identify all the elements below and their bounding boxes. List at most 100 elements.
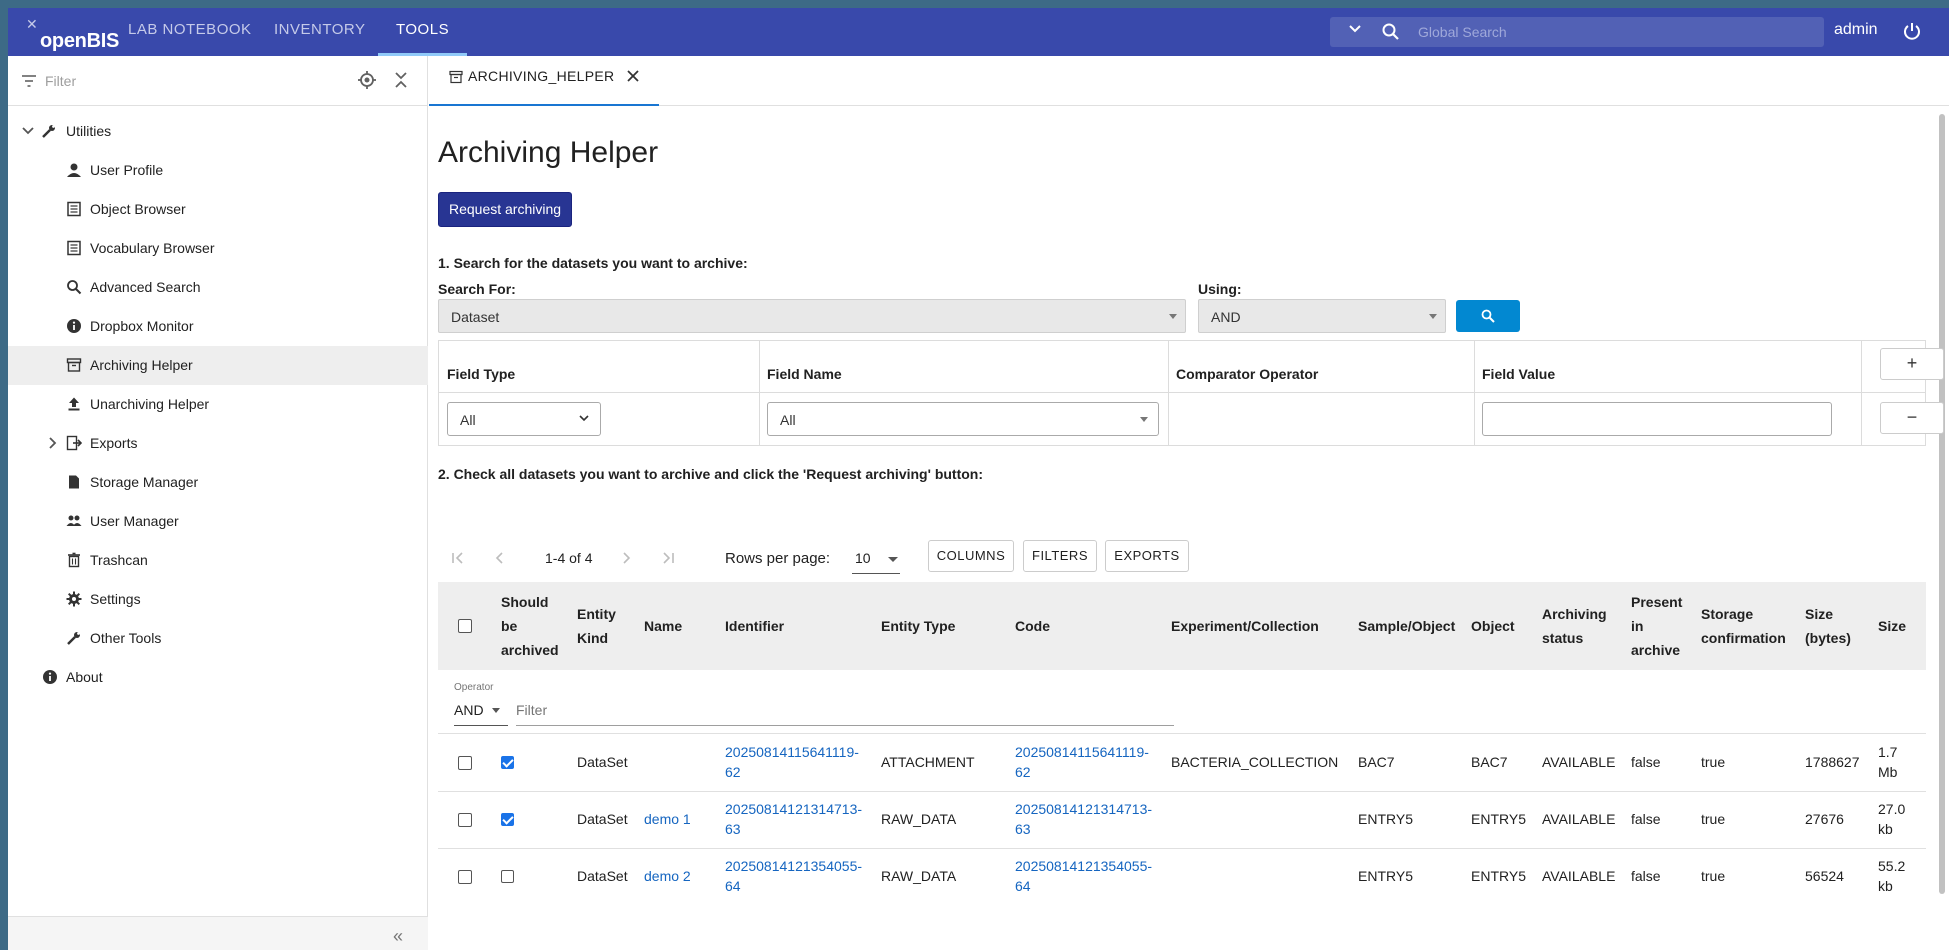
chevron-down-icon[interactable]	[1348, 21, 1362, 40]
using-select[interactable]: AND	[1198, 299, 1446, 333]
col-size-bytes[interactable]: Size (bytes)	[1805, 602, 1851, 650]
collapse-all-icon[interactable]	[393, 70, 409, 90]
row-select-checkbox[interactable]	[458, 756, 472, 770]
field-type-select[interactable]: All	[447, 402, 601, 436]
col-code[interactable]: Code	[1015, 614, 1050, 638]
dropdown-arrow-icon[interactable]	[492, 708, 500, 713]
collapse-sidebar-icon[interactable]: «	[393, 926, 411, 946]
col-entity-type[interactable]: Entity Type	[881, 614, 955, 638]
divider	[1861, 341, 1862, 445]
user-name[interactable]: admin	[1834, 21, 1878, 39]
field-value-input[interactable]	[1482, 402, 1832, 436]
add-criterion-button[interactable]: +	[1880, 348, 1944, 380]
sidebar-item-exports[interactable]: Exports	[8, 424, 428, 463]
cell-line[interactable]: 20250814121354055-	[1015, 856, 1152, 876]
cell-name[interactable]: demo 2	[644, 866, 691, 886]
sidebar-item-utilities[interactable]: Utilities	[8, 112, 428, 151]
global-filter-input[interactable]: Filter	[516, 702, 547, 718]
search-for-value: Dataset	[451, 309, 500, 325]
sidebar-item-user-profile[interactable]: User Profile	[8, 151, 428, 190]
exports-button[interactable]: EXPORTS	[1105, 540, 1189, 572]
should-be-archived-checkbox[interactable]	[501, 756, 514, 769]
cell-line[interactable]: 64	[1015, 876, 1152, 896]
cell-line[interactable]: 20250814115641119-	[1015, 742, 1149, 762]
dropdown-arrow-icon[interactable]	[888, 557, 898, 562]
table-row[interactable]: DataSet 20250814115641119- 62 ATTACHMENT 202…	[438, 735, 1926, 792]
nav-tab-inventory[interactable]: INVENTORY	[274, 8, 365, 56]
operator-select[interactable]: AND	[454, 702, 484, 718]
cell-line[interactable]: 20250814121354055-	[725, 856, 862, 876]
search-button[interactable]	[1456, 300, 1520, 332]
should-be-archived-checkbox[interactable]	[501, 870, 514, 883]
cell-code[interactable]: 20250814121314713- 63	[1015, 799, 1152, 839]
should-be-archived-checkbox[interactable]	[501, 813, 514, 826]
request-archiving-button[interactable]: Request archiving	[438, 192, 572, 227]
col-name[interactable]: Name	[644, 614, 682, 638]
search-for-select[interactable]: Dataset	[438, 299, 1186, 333]
first-page-icon[interactable]	[450, 550, 466, 566]
col-size[interactable]: Size	[1878, 614, 1906, 638]
vertical-scrollbar[interactable]	[1939, 114, 1945, 894]
last-page-icon[interactable]	[660, 550, 676, 566]
columns-button[interactable]: COLUMNS	[928, 540, 1014, 572]
cell-identifier[interactable]: 20250814115641119- 62	[725, 742, 859, 782]
cell-line[interactable]: 63	[1015, 819, 1152, 839]
row-select-checkbox[interactable]	[458, 813, 472, 827]
sidebar-item-other-tools[interactable]: Other Tools	[8, 619, 428, 658]
col-storage-confirmation[interactable]: Storage confirmation	[1701, 602, 1786, 650]
rows-per-page-select[interactable]: 10	[855, 550, 871, 566]
col-present-in-archive[interactable]: Present in archive	[1631, 590, 1682, 662]
nav-tab-tools[interactable]: TOOLS	[378, 8, 468, 56]
global-search-bar[interactable]: Global Search	[1330, 17, 1824, 47]
chevron-right-icon[interactable]	[45, 435, 61, 451]
table-row[interactable]: DataSet demo 2 20250814121354055- 64 RAW_DAT…	[438, 849, 1926, 899]
cell-name[interactable]: demo 1	[644, 809, 691, 829]
col-entity-kind[interactable]: Entity Kind	[577, 602, 616, 650]
next-page-icon[interactable]	[618, 550, 634, 566]
filters-button[interactable]: FILTERS	[1023, 540, 1097, 572]
cell-line[interactable]: 63	[725, 819, 862, 839]
col-identifier[interactable]: Identifier	[725, 614, 784, 638]
sidebar-item-advanced-search[interactable]: Advanced Search	[8, 268, 428, 307]
sidebar-item-label: Other Tools	[90, 630, 162, 646]
sidebar-item-unarchiving-helper[interactable]: Unarchiving Helper	[8, 385, 428, 424]
locate-icon[interactable]	[357, 70, 377, 90]
previous-page-icon[interactable]	[492, 550, 508, 566]
cell-line[interactable]: 62	[725, 762, 859, 782]
logout-power-icon[interactable]	[1902, 21, 1922, 41]
chevron-down-icon[interactable]	[20, 123, 36, 139]
sidebar-item-about[interactable]: About	[8, 658, 428, 697]
row-select-checkbox[interactable]	[458, 870, 472, 884]
col-sample-object[interactable]: Sample/Object	[1358, 614, 1455, 638]
sidebar-item-settings[interactable]: Settings	[8, 580, 428, 619]
nav-tab-lab-notebook[interactable]: LAB NOTEBOOK	[128, 8, 252, 56]
sidebar-item-archiving-helper[interactable]: Archiving Helper	[8, 346, 428, 385]
cell-identifier[interactable]: 20250814121314713- 63	[725, 799, 862, 839]
sidebar-item-storage-manager[interactable]: Storage Manager	[8, 463, 428, 502]
cell-line[interactable]: 64	[725, 876, 862, 896]
cell-identifier[interactable]: 20250814121354055- 64	[725, 856, 862, 896]
select-all-checkbox[interactable]	[458, 619, 472, 633]
openbis-logo[interactable]: ✕ openBIS	[22, 12, 119, 52]
col-experiment-collection[interactable]: Experiment/Collection	[1171, 614, 1319, 638]
field-name-select[interactable]: All	[767, 402, 1159, 436]
sidebar-item-user-manager[interactable]: User Manager	[8, 502, 428, 541]
cell-code[interactable]: 20250814121354055- 64	[1015, 856, 1152, 896]
logo-mark-icon: ✕	[26, 16, 38, 32]
col-should-be-archived[interactable]: Should be archived	[501, 590, 559, 662]
cell-line[interactable]: 20250814115641119-	[725, 742, 859, 762]
cell-code[interactable]: 20250814115641119- 62	[1015, 742, 1149, 782]
global-search-input[interactable]: Global Search	[1418, 24, 1507, 40]
col-object[interactable]: Object	[1471, 614, 1515, 638]
sidebar-filter-input[interactable]: Filter	[45, 73, 76, 89]
sidebar-item-dropbox-monitor[interactable]: Dropbox Monitor	[8, 307, 428, 346]
table-row[interactable]: DataSet demo 1 20250814121314713- 63 RAW_DAT…	[438, 792, 1926, 849]
sidebar-item-vocabulary-browser[interactable]: Vocabulary Browser	[8, 229, 428, 268]
remove-criterion-button[interactable]: −	[1880, 402, 1944, 434]
cell-line[interactable]: 20250814121314713-	[1015, 799, 1152, 819]
cell-line[interactable]: 62	[1015, 762, 1149, 782]
cell-line[interactable]: 20250814121314713-	[725, 799, 862, 819]
col-archiving-status[interactable]: Archiving status	[1542, 602, 1607, 650]
sidebar-item-object-browser[interactable]: Object Browser	[8, 190, 428, 229]
sidebar-item-trashcan[interactable]: Trashcan	[8, 541, 428, 580]
